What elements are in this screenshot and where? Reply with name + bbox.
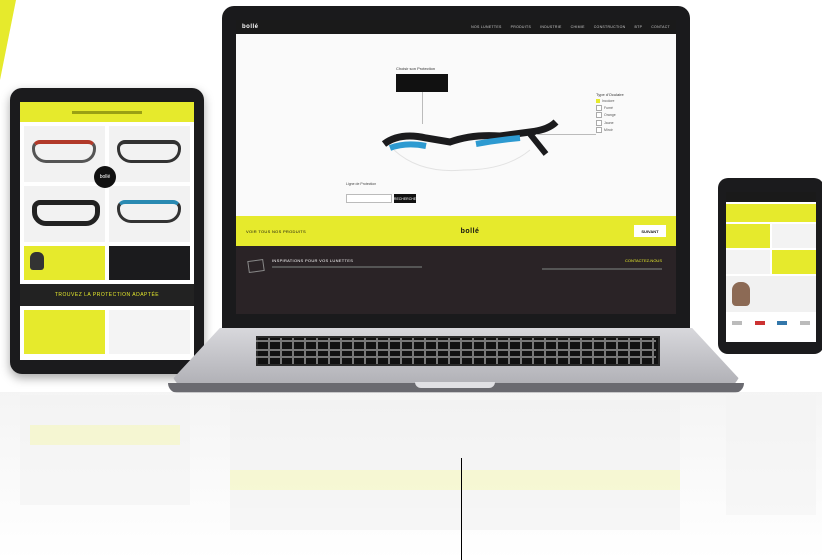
keyboard-row [256, 340, 656, 342]
tablet-bottom [20, 306, 194, 358]
lens-option[interactable]: Miroir [596, 127, 636, 133]
bottom-tile[interactable] [109, 310, 190, 354]
phone-tile[interactable] [772, 250, 816, 274]
callout-left-title: Choisir son Protection [396, 66, 436, 71]
footer-title: INSPIRATIONS POUR VOS LUNETTES [272, 258, 354, 263]
phone-device [718, 178, 822, 354]
brand-badge: bollé [94, 166, 116, 188]
lens-option[interactable]: Incolore [596, 99, 636, 103]
product-tile[interactable] [109, 186, 190, 242]
footer-links [542, 268, 662, 270]
laptop-lid: bollé NOS LUNETTES PRODUITS INDUSTRIE CH… [222, 6, 690, 328]
phone-tile[interactable] [726, 224, 770, 248]
tablet-reflection [20, 395, 190, 505]
product-tile[interactable] [24, 126, 105, 182]
lens-type-title: Type d'Oculaire [596, 92, 624, 97]
footer: INSPIRATIONS POUR VOS LUNETTES CONTACTEZ… [236, 246, 676, 314]
top-nav: bollé NOS LUNETTES PRODUITS INDUSTRIE CH… [236, 20, 676, 34]
lens-type-panel: Type d'Oculaire Incolore Fumé Orange Jau… [596, 92, 636, 135]
tablet-banner [20, 102, 194, 122]
callout-left-box [396, 74, 448, 92]
nav-item[interactable]: NOS LUNETTES [471, 25, 501, 29]
promo-dark[interactable] [109, 246, 190, 280]
product-stage: Choisir son Protection Type d'Oculaire I… [236, 34, 676, 216]
pointer-line [461, 458, 462, 560]
nav-items: NOS LUNETTES PRODUITS INDUSTRIE CHIMIE C… [471, 25, 670, 29]
nav-item[interactable]: PRODUITS [511, 25, 531, 29]
callout-line [536, 134, 596, 135]
glasses-icon [117, 200, 181, 223]
envelope-icon [247, 258, 265, 274]
all-products-link[interactable]: VOIR TOUS NOS PRODUITS [246, 229, 306, 234]
phone-tiles [726, 250, 816, 274]
phone-banner [726, 204, 816, 222]
tablet-device: bollé TROUVEZ LA PROTECTION ADAPTÉE [10, 88, 204, 374]
phone-tile[interactable] [772, 224, 816, 248]
product-tile[interactable] [24, 186, 105, 242]
person-photo [732, 282, 750, 306]
glasses-icon [117, 140, 181, 163]
phone-tiles [726, 224, 816, 248]
cta-bar: VOIR TOUS NOS PRODUITS bollé SUIVANT [236, 216, 676, 246]
bottom-tile[interactable] [24, 310, 105, 354]
phone-person-section [726, 276, 816, 312]
phone-screen [726, 192, 816, 342]
phone-tile[interactable] [726, 250, 770, 274]
nav-item[interactable]: INDUSTRIE [540, 25, 562, 29]
laptop-notch [415, 382, 495, 388]
glasses-icon [32, 140, 96, 163]
promo-yellow[interactable] [24, 246, 105, 280]
helmet-icon [30, 252, 44, 270]
brand-logo[interactable]: bollé [242, 24, 259, 30]
footer-subtext [272, 266, 422, 268]
tablet-product-grid: bollé [20, 122, 194, 246]
safety-glasses-image [381, 119, 559, 172]
search-button[interactable]: RECHERCHE [394, 194, 416, 203]
partner-logos [726, 316, 816, 330]
tablet-screen: bollé TROUVEZ LA PROTECTION ADAPTÉE [20, 102, 194, 360]
tablet-promo [24, 246, 190, 280]
nav-item[interactable]: CHIMIE [571, 25, 585, 29]
laptop-reflection [230, 400, 680, 530]
nav-item[interactable]: CONTACT [651, 25, 670, 29]
field-label: Ligne de Protection [346, 182, 377, 186]
lens-option[interactable]: Orange [596, 112, 636, 118]
keyboard-row [256, 356, 656, 358]
next-button[interactable]: SUIVANT [634, 225, 666, 237]
lens-option[interactable]: Jaune [596, 119, 636, 126]
nav-item[interactable]: BTP [635, 25, 643, 29]
corner-accent [0, 0, 16, 80]
phone-reflection [726, 395, 816, 515]
laptop-screen: bollé NOS LUNETTES PRODUITS INDUSTRIE CH… [236, 20, 676, 314]
nav-item[interactable]: CONSTRUCTION [594, 25, 626, 29]
glasses-icon [32, 200, 100, 226]
lens-option[interactable]: Fumé [596, 104, 636, 111]
contact-link[interactable]: CONTACTEZ-NOUS [625, 258, 662, 263]
tablet-dark-banner: TROUVEZ LA PROTECTION ADAPTÉE [20, 284, 194, 306]
keyboard-row [256, 349, 656, 351]
search-input[interactable] [346, 194, 392, 203]
product-tile[interactable] [109, 126, 190, 182]
phone-nav [726, 192, 816, 202]
bar-brand: bollé [460, 227, 480, 235]
